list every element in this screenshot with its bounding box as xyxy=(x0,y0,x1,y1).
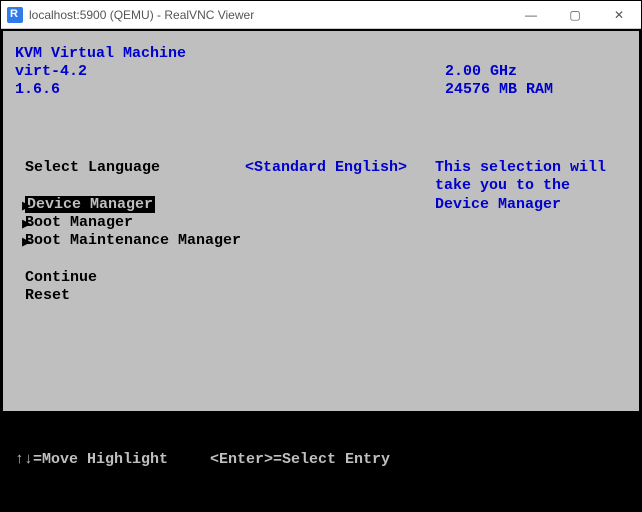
bios-header-row3: 1.6.6 24576 MB RAM xyxy=(15,81,627,98)
bios-screen[interactable]: KVM Virtual Machine virt-4.2 2.00 GHz 1.6… xyxy=(3,31,639,509)
menu-arrow-icon: ▶ xyxy=(22,232,31,251)
language-value: <Standard English> xyxy=(245,159,435,176)
help-row2: take you to the xyxy=(15,177,627,194)
bios-footer: ↑↓=Move Highlight<Enter>=Select Entry xyxy=(3,411,639,509)
menu-item-label: Boot Manager xyxy=(15,214,133,231)
menu-item-boot-manager[interactable]: ▶Boot Manager xyxy=(15,214,627,231)
menu-item-label: Boot Maintenance Manager xyxy=(15,232,241,249)
help-line1: This selection will xyxy=(435,159,606,176)
bios-version: 1.6.6 xyxy=(15,81,245,98)
bios-title: KVM Virtual Machine xyxy=(15,45,627,62)
window-title: localhost:5900 (QEMU) - RealVNC Viewer xyxy=(29,8,509,22)
ram-size: 24576 MB RAM xyxy=(445,81,553,98)
vnc-content: KVM Virtual Machine virt-4.2 2.00 GHz 1.6… xyxy=(1,29,641,511)
window-controls: — ▢ ✕ xyxy=(509,1,641,29)
menu-item-label: Device Manager xyxy=(25,196,155,213)
menu-item-continue[interactable]: Continue xyxy=(15,269,627,286)
help-line3: Device Manager xyxy=(435,196,561,213)
help-line2: take you to the xyxy=(435,177,570,194)
menu-item-boot-maintenance[interactable]: ▶Boot Maintenance Manager xyxy=(15,232,627,249)
language-row[interactable]: Select Language<Standard English>This se… xyxy=(15,159,627,176)
titlebar[interactable]: localhost:5900 (QEMU) - RealVNC Viewer —… xyxy=(1,1,641,29)
minimize-button[interactable]: — xyxy=(509,1,553,29)
vnc-window: localhost:5900 (QEMU) - RealVNC Viewer —… xyxy=(0,0,642,512)
bios-header-row2: virt-4.2 2.00 GHz xyxy=(15,63,627,80)
close-button[interactable]: ✕ xyxy=(597,1,641,29)
select-hint: <Enter>=Select Entry xyxy=(210,451,390,468)
language-label: Select Language xyxy=(15,159,245,176)
maximize-button[interactable]: ▢ xyxy=(553,1,597,29)
firmware-version: virt-4.2 xyxy=(15,63,245,80)
menu-arrow-icon: ▶ xyxy=(22,214,31,233)
menu-arrow-icon: ▶ xyxy=(22,196,31,215)
move-hint: ↑↓=Move Highlight xyxy=(15,451,210,468)
menu-item-reset[interactable]: Reset xyxy=(15,287,627,304)
menu-item-device-manager[interactable]: ▶Device ManagerDevice Manager xyxy=(15,196,627,213)
app-icon xyxy=(7,7,23,23)
cpu-speed: 2.00 GHz xyxy=(445,63,517,80)
